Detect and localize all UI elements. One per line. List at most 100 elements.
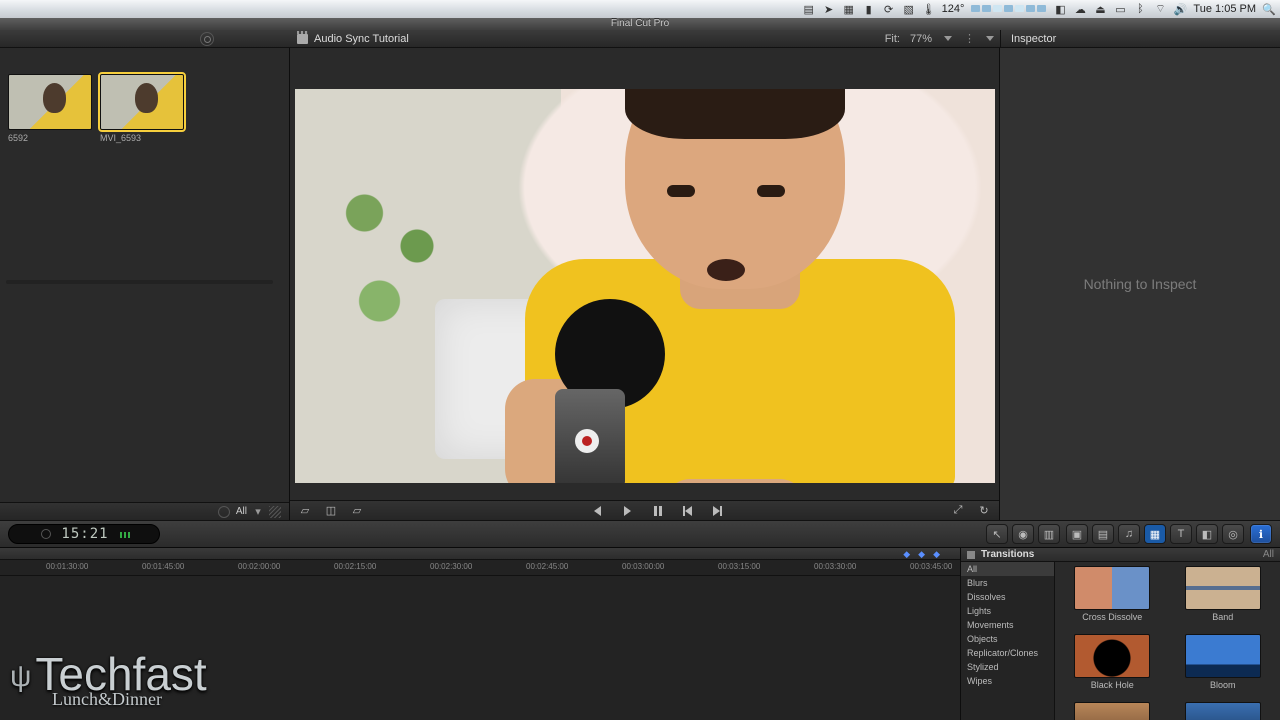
timeline-range-icons[interactable]: ◆◆◆ (899, 549, 944, 560)
volume-icon[interactable]: 🔊 (1173, 2, 1187, 16)
inspector-toggle-button[interactable]: ℹ (1250, 524, 1272, 544)
dropbox-icon[interactable]: ◧ (1053, 2, 1067, 16)
wifi-icon[interactable]: ⌔ (1153, 2, 1167, 16)
macos-menubar: ▤ ➤ ▦ ▮ ⟳ ▧ 🌡 124° ◧ ☁ ⏏ ▭ ᛒ ⌔ 🔊 Tue 1:0… (0, 0, 1280, 18)
calendar-icon[interactable]: ▧ (902, 2, 916, 16)
transitions-categories: All Blurs Dissolves Lights Movements Obj… (961, 562, 1055, 720)
thermometer-icon[interactable]: 🌡 (922, 2, 936, 16)
viewer-options-caret[interactable] (986, 36, 994, 41)
clip-item[interactable]: MVI_6593 (100, 74, 184, 143)
transition-item[interactable]: Band (1170, 566, 1277, 630)
clip-label: MVI_6593 (100, 133, 184, 143)
audio-meter-icon (119, 525, 131, 543)
clock[interactable]: Tue 1:05 PM (1193, 0, 1256, 18)
menu-extra-icon[interactable]: ▤ (802, 2, 816, 16)
timeline-index-bar: ◆◆◆ (0, 548, 960, 560)
sync-icon[interactable]: ⟳ (882, 2, 896, 16)
ruler-tick: 00:03:00:00 (622, 562, 664, 571)
timecode-display[interactable]: 15:21 (8, 524, 160, 544)
timeline-main[interactable]: ◆◆◆ 00:01:30:00 00:01:45:00 00:02:00:00 … (0, 548, 960, 720)
browser-header (0, 30, 290, 47)
bluetooth-icon[interactable]: ᛒ (1133, 2, 1147, 16)
fit-menu-caret[interactable] (944, 36, 952, 41)
transition-item[interactable]: Black Hole (1059, 634, 1166, 698)
transitions-category[interactable]: Blurs (961, 576, 1054, 590)
transition-item[interactable]: Cross Dissolve (1059, 566, 1166, 630)
media-photos-icon[interactable]: ▤ (1092, 524, 1114, 544)
transitions-header: Transitions All (961, 548, 1280, 562)
filter-menu-caret[interactable]: ▾ (253, 507, 263, 517)
loop-icon[interactable]: ↻ (975, 504, 993, 518)
transition-item[interactable] (1059, 702, 1166, 720)
project-title: Audio Sync Tutorial (314, 33, 409, 45)
skip-fwd-button[interactable] (709, 504, 727, 518)
pause-button[interactable] (649, 504, 667, 518)
viewer-controls: ▱ ◫ ▱ ⤢ ↻ (290, 500, 999, 520)
transitions-category[interactable]: Objects (961, 632, 1054, 646)
transitions-category[interactable]: Replicator/Clones (961, 646, 1054, 660)
timeline-ruler[interactable]: 00:01:30:00 00:01:45:00 00:02:00:00 00:0… (0, 560, 960, 576)
media-transitions-icon[interactable]: ▦ (1144, 524, 1166, 544)
media-themes-icon[interactable]: ◎ (1222, 524, 1244, 544)
transition-item[interactable] (1170, 702, 1277, 720)
viewer-pane: ▱ ◫ ▱ ⤢ ↻ (290, 48, 1000, 520)
fit-value[interactable]: 77% (910, 33, 932, 45)
grid-icon[interactable]: ▦ (842, 2, 856, 16)
transitions-scope[interactable]: All (1263, 549, 1274, 560)
inspector-title: Inspector (1011, 33, 1056, 45)
transitions-category[interactable]: All (961, 562, 1054, 576)
filter-dot-icon[interactable] (218, 506, 230, 518)
search-icon[interactable] (200, 32, 214, 46)
central-toolbar: 15:21 ↖ ◉ ▥ ▣ ▤ ♫ ▦ T ◧ ◎ ℹ (0, 520, 1280, 548)
tool-dashboard-icon[interactable]: ◉ (1012, 524, 1034, 544)
tool-retime-icon[interactable]: ▥ (1038, 524, 1060, 544)
spotlight-icon[interactable]: 🔍 (1262, 2, 1276, 16)
tool-select-icon[interactable]: ↖ (986, 524, 1008, 544)
project-header-bar: Audio Sync Tutorial Fit: 77% ⋮ Inspector (0, 30, 1280, 48)
eject-icon[interactable]: ⏏ (1093, 2, 1107, 16)
transitions-title: Transitions (981, 549, 1034, 560)
resize-handle-icon[interactable] (269, 506, 281, 518)
media-generators-icon[interactable]: ◧ (1196, 524, 1218, 544)
skip-back-button[interactable] (679, 504, 697, 518)
video-frame (295, 89, 995, 483)
transitions-grid: Cross Dissolve Band Black Hole Bloom (1055, 562, 1280, 720)
crop-tool-icon[interactable]: ◫ (322, 504, 340, 518)
ruler-tick: 00:03:45:00 (910, 562, 952, 571)
clip-item[interactable]: 6592 (8, 74, 92, 143)
viewer-options-icon[interactable]: ⋮ (964, 32, 974, 45)
transition-item[interactable]: Bloom (1170, 634, 1277, 698)
transitions-category[interactable]: Movements (961, 618, 1054, 632)
display-icon[interactable]: ▭ (1113, 2, 1127, 16)
ruler-tick: 00:03:15:00 (718, 562, 760, 571)
media-titles-icon[interactable]: T (1170, 524, 1192, 544)
prev-edit-icon[interactable] (589, 504, 607, 518)
record-indicator-icon (41, 529, 51, 539)
transform-tool-icon[interactable]: ▱ (296, 504, 314, 518)
ruler-tick: 00:02:30:00 (430, 562, 472, 571)
cloud-icon[interactable]: ☁ (1073, 2, 1087, 16)
media-import-icon[interactable]: ▣ (1066, 524, 1088, 544)
twitter-icon[interactable]: ➤ (822, 2, 836, 16)
clapboard-icon (297, 34, 308, 44)
browser-divider[interactable] (6, 280, 273, 284)
distort-tool-icon[interactable]: ▱ (348, 504, 366, 518)
timeline-body[interactable]: ψTechfast Lunch&Dinner (0, 576, 960, 720)
next-edit-icon[interactable] (619, 504, 637, 518)
filter-label[interactable]: All (236, 506, 247, 517)
fit-label: Fit: (885, 33, 900, 45)
fullscreen-icon[interactable]: ⤢ (949, 504, 967, 518)
temperature: 124° (942, 0, 965, 18)
bookmark-icon[interactable]: ▮ (862, 2, 876, 16)
media-music-icon[interactable]: ♫ (1118, 524, 1140, 544)
transitions-category[interactable]: Stylized (961, 660, 1054, 674)
timecode-value: 15:21 (61, 526, 108, 542)
transitions-category[interactable]: Wipes (961, 674, 1054, 688)
transitions-category[interactable]: Lights (961, 604, 1054, 618)
inspector-pane: Nothing to Inspect (1000, 48, 1280, 520)
transitions-category[interactable]: Dissolves (961, 590, 1054, 604)
viewer-canvas[interactable] (295, 89, 995, 483)
cpu-meter-icon[interactable] (970, 3, 1047, 15)
transitions-icon (967, 551, 975, 559)
clip-thumbnails: 6592 MVI_6593 (0, 48, 289, 147)
